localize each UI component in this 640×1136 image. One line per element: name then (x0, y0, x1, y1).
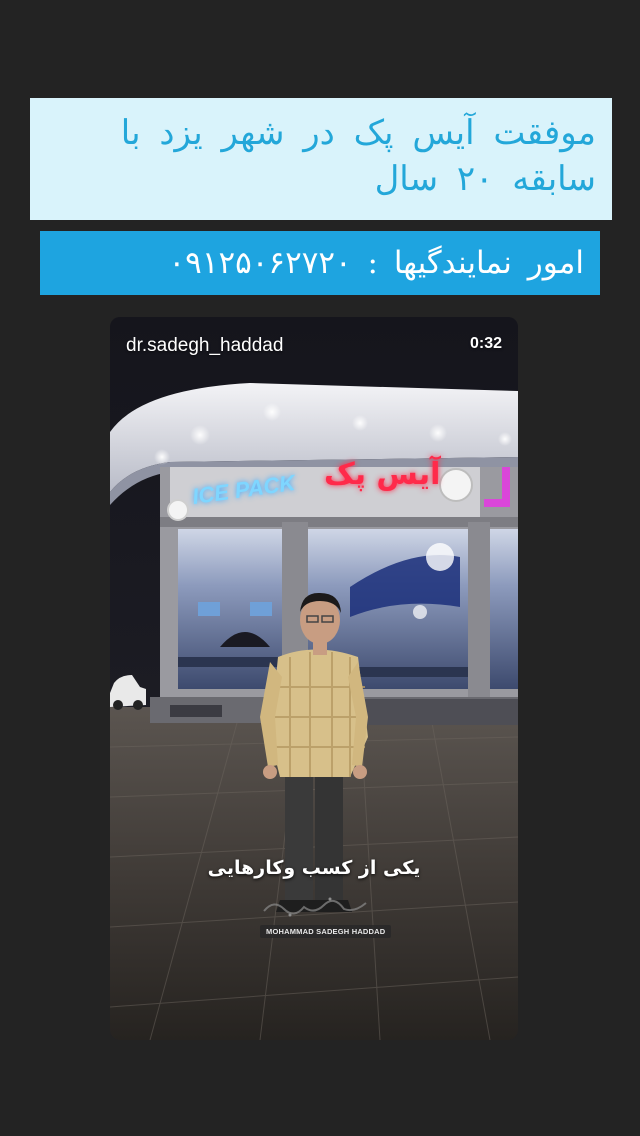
phone-banner: امور نمایندگیها : ۰۹۱۲۵۰۶۲۷۲۰ (40, 231, 600, 295)
video-duration: 0:32 (469, 335, 502, 352)
headline-box: موفقت آیس پک در شهر یزد با سابقه ۲۰ سال (30, 98, 612, 220)
store-sign-persian: آیس پک (324, 457, 441, 492)
story-page: موفقت آیس پک در شهر یزد با سابقه ۲۰ سال … (0, 0, 640, 1136)
video-username[interactable]: dr.sadegh_haddad (126, 335, 283, 357)
watermark-label: MOHAMMAD SADEGH HADDAD (260, 925, 392, 938)
headline-text: موفقت آیس پک در شهر یزد با سابقه ۲۰ سال (120, 113, 596, 199)
video-caption: یکی از کسب وکارهایی (207, 857, 421, 879)
store-sign-magenta-accent (484, 467, 510, 507)
video-post[interactable]: ICE PACK آیس پک dr.sadegh_haddad 0:32 یک… (110, 317, 518, 1040)
watermark-signature-icon (263, 897, 367, 917)
phone-number-text: امور نمایندگیها : ۰۹۱۲۵۰۶۲۷۲۰ (168, 245, 584, 281)
